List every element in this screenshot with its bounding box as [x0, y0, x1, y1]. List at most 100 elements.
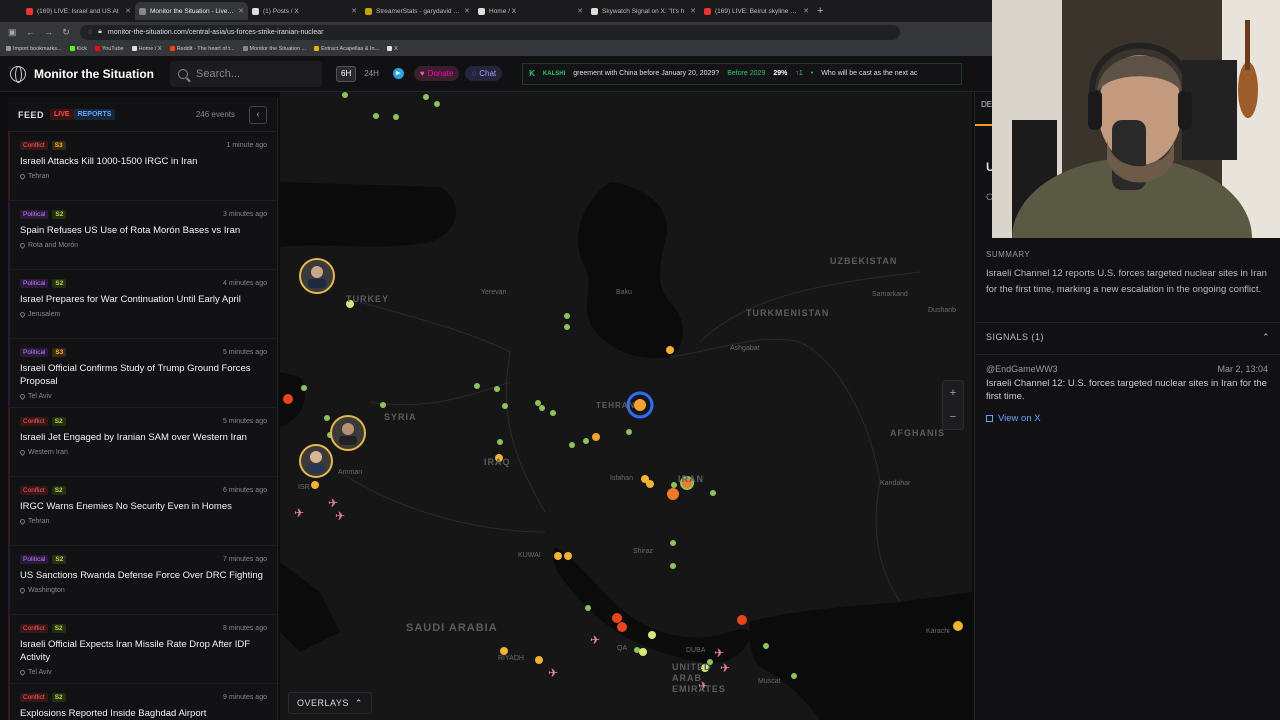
bookmark-item[interactable]: Monitor the Situation ... — [242, 46, 306, 52]
severity-badge: S2 — [51, 486, 66, 495]
signals-header[interactable]: SIGNALS (1) ⌃ — [986, 332, 1270, 343]
collapse-feed-button[interactable]: ‹ — [249, 105, 267, 124]
x-logo-icon — [478, 7, 485, 15]
event-time: 1 minute ago — [226, 142, 267, 149]
ticker-change: ↑1 — [795, 70, 803, 77]
close-icon[interactable]: ✕ — [125, 7, 131, 15]
ticker-separator: • — [810, 70, 814, 77]
red-sea — [280, 562, 340, 652]
event-location: Tehran — [18, 517, 267, 525]
close-icon[interactable]: ✕ — [803, 7, 809, 15]
overlays-button[interactable]: OVERLAYS ⌃ — [288, 692, 372, 714]
feed-event[interactable]: Conflict S2 5 minutes ago Israeli Jet Eng… — [8, 408, 277, 477]
kalshi-icon: K — [529, 69, 535, 78]
event-title: Israeli Jet Engaged by Iranian SAM over … — [20, 432, 247, 443]
map-city-dushanbe: Dushanb — [928, 307, 957, 314]
map-label-uae: UNITED ARAB EMIRATES — [672, 662, 726, 694]
search-input[interactable] — [196, 67, 306, 80]
divider — [975, 354, 1280, 355]
category-badge: Conflict — [20, 417, 48, 426]
back-icon[interactable]: ← — [26, 27, 35, 37]
donate-button[interactable]: ♥ Donate — [413, 66, 460, 81]
reports-tab[interactable]: REPORTS — [73, 109, 116, 120]
close-icon[interactable]: ✕ — [351, 7, 357, 15]
reload-icon[interactable]: ↻ — [62, 27, 70, 38]
zoom-out-button[interactable]: − — [943, 405, 963, 429]
feed-event[interactable]: Political S2 7 minutes ago US Sanctions R… — [8, 546, 277, 615]
svg-text:✈: ✈ — [714, 646, 724, 660]
category-badge: Conflict — [20, 141, 48, 150]
app-title: Monitor the Situation — [34, 66, 154, 81]
chat-button[interactable]: ◌ Chat — [465, 66, 503, 81]
globe-icon — [139, 7, 146, 15]
feed-event[interactable]: Conflict S2 8 minutes ago Israeli Officia… — [8, 615, 277, 684]
close-icon[interactable]: ✕ — [238, 7, 244, 15]
time-24h-button[interactable]: 24H — [360, 66, 383, 82]
webcam-image — [992, 0, 1280, 238]
event-time: 5 minutes ago — [223, 418, 267, 425]
svg-text:✈: ✈ — [328, 496, 338, 510]
feed-event[interactable]: Conflict S2 6 minutes ago IRGC Warns Enem… — [8, 477, 277, 546]
close-icon[interactable]: ✕ — [464, 7, 470, 15]
bookmark-item[interactable]: X — [387, 46, 398, 52]
telegram-icon[interactable] — [392, 68, 404, 79]
event-title: US Sanctions Rwanda Defense Force Over D… — [20, 570, 263, 581]
view-on-x-link[interactable]: View on X — [986, 413, 1041, 424]
map-label-israel: ISR — [298, 484, 310, 491]
signal-time: Mar 2, 13:04 — [1217, 364, 1268, 374]
feed-title: FEED — [18, 109, 45, 120]
bookmark-item[interactable]: Home / X — [131, 46, 162, 52]
signal-handle[interactable]: @EndGameWW3 — [986, 364, 1058, 374]
brand[interactable]: Monitor the Situation — [0, 65, 170, 83]
event-location: Tehran — [18, 172, 267, 180]
chevron-up-icon: ⌃ — [1261, 332, 1270, 342]
browser-tab[interactable]: (1) Posts / X ✕ — [248, 2, 361, 20]
feed-event[interactable]: Political S3 5 minutes ago Israeli Offici… — [8, 339, 277, 408]
event-location: Western Iran — [18, 448, 267, 456]
zoom-in-button[interactable]: + — [943, 381, 963, 405]
browser-tab[interactable]: Skywatch Signal on X: "It's h ✕ — [587, 2, 700, 20]
map-city-tehran: TEHRAN — [596, 401, 636, 410]
severity-badge: S2 — [52, 210, 67, 219]
map-city-samarkand: Samarkand — [872, 291, 908, 298]
heart-icon: ♥ — [419, 69, 425, 78]
browser-tab[interactable]: (169) LIVE: Israel and US At ✕ — [22, 2, 135, 20]
feed-event[interactable]: Conflict S3 1 minute ago Israeli Attacks … — [8, 132, 277, 201]
close-icon[interactable]: ✕ — [577, 7, 583, 15]
map-label-syria: SYRIA — [384, 412, 417, 422]
bookmark-item[interactable]: Kick — [69, 46, 87, 52]
map-label-iran: IRAN — [678, 474, 704, 484]
browser-tab-active[interactable]: Monitor the Situation - Live Gl ✕ — [135, 2, 248, 20]
event-title: Israeli Official Expects Iran Missile Ra… — [20, 639, 251, 663]
feed-event[interactable]: Political S2 4 minutes ago Israel Prepare… — [8, 270, 277, 339]
summary-label: SUMMARY — [986, 250, 1031, 259]
ticker-next-question: Who will be cast as the next ac — [821, 70, 918, 77]
new-tab-button[interactable]: + — [817, 5, 823, 17]
map-label-iraq: IRAQ — [484, 457, 511, 467]
feed-event[interactable]: Political S2 3 minutes ago Spain Refuses … — [8, 201, 277, 270]
url-field[interactable]: ◌ 🔒︎ monitor-the-situation.com/central-a… — [80, 24, 900, 40]
forward-icon[interactable]: → — [44, 27, 53, 37]
bookmark-item[interactable]: YouTube — [95, 46, 124, 52]
sidebar-icon[interactable]: ▣ — [8, 27, 17, 38]
search-box[interactable] — [170, 60, 322, 87]
live-tab[interactable]: LIVE — [50, 109, 74, 120]
browser-tab[interactable]: StreamerStats - garydavid Strea ✕ — [361, 2, 474, 20]
kalshi-ticker[interactable]: K KALSHI greement with China before Janu… — [522, 62, 963, 85]
close-icon[interactable]: ✕ — [690, 7, 696, 15]
pin-icon — [18, 310, 27, 318]
feed-event[interactable]: Conflict S2 9 minutes ago Explosions Repo… — [8, 684, 277, 720]
bookmark-item[interactable]: Extract Acapellas & In... — [314, 46, 379, 52]
pin-icon — [18, 172, 27, 180]
detail-tab[interactable]: DE — [981, 100, 992, 109]
event-time: 7 minutes ago — [223, 556, 267, 563]
chevron-up-icon: ⌃ — [354, 697, 363, 708]
browser-tab[interactable]: Home / X ✕ — [474, 2, 587, 20]
bookmark-item[interactable]: Import bookmarks... — [6, 46, 62, 52]
bookmark-item[interactable]: Reddit - The heart of t... — [169, 46, 235, 52]
browser-tab[interactable]: (169) LIVE: Beirut skyline after I ✕ — [700, 2, 813, 20]
shield-icon: ◌ — [88, 28, 93, 36]
map-label-saudi-arabia: SAUDI ARABIA — [406, 622, 498, 634]
time-6h-button[interactable]: 6H — [336, 65, 357, 82]
map-view[interactable]: ✈ ✈ ✈ ✈ ✈ ✈ ✈ ✈ TURKEY SYRIA IRAQ IRAN SAUDI … — [280, 92, 972, 720]
